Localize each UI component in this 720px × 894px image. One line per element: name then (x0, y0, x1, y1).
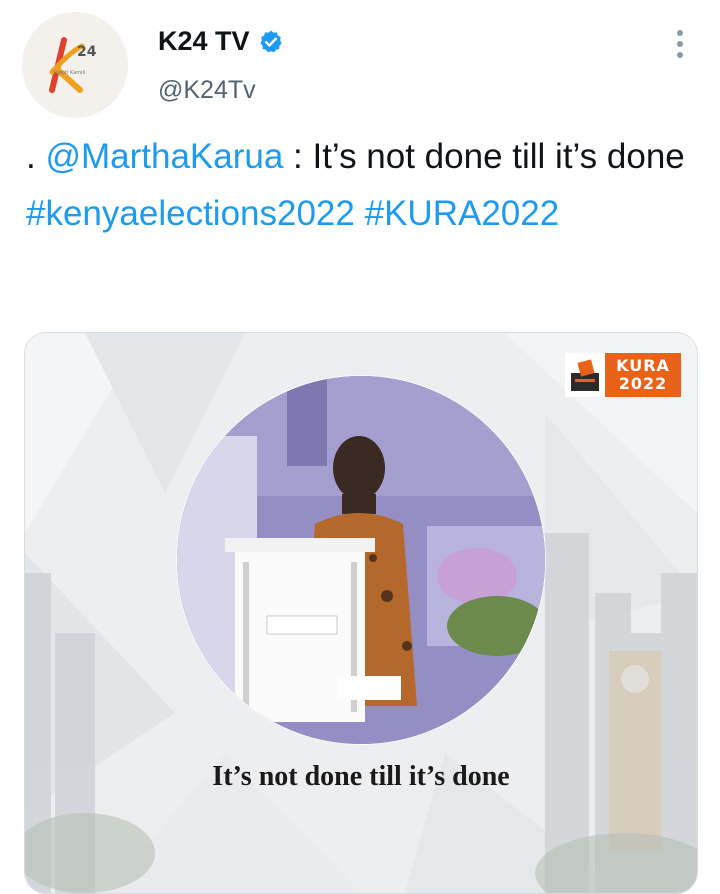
svg-text:Ripoti Kamili: Ripoti Kamili (54, 70, 85, 76)
avatar[interactable]: 24 Ripoti Kamili (22, 12, 128, 118)
hashtag-link-kenyaelections[interactable]: #kenyaelections2022 (26, 194, 355, 233)
badge-line2: 2022 (618, 374, 668, 393)
display-name[interactable]: K24 TV (158, 26, 250, 57)
media-caption: It’s not done till it’s done (212, 761, 510, 792)
mention-link[interactable]: @MarthaKarua (45, 137, 283, 176)
speaker-photo (177, 376, 545, 744)
ballot-box-icon (565, 353, 605, 397)
tweet-body: : It’s not done till it’s done (283, 137, 685, 176)
debate-scene-image (177, 376, 545, 744)
verified-badge-icon (259, 30, 282, 52)
tweet-prefix: . (26, 137, 46, 176)
kura-2022-badge: KURA 2022 (565, 353, 681, 397)
tweet-header: 24 Ripoti Kamili K24 TV @K24Tv (0, 0, 720, 120)
hashtag-link-kura[interactable]: #KURA2022 (365, 194, 560, 233)
account-handle[interactable]: @K24Tv (158, 76, 256, 105)
tweet-media-image[interactable]: KURA 2022 It’s not done till it’s done (24, 332, 698, 894)
tweet-text: . @MarthaKarua : It’s not done till it’s… (26, 128, 706, 242)
badge-line1: KURA (616, 356, 670, 375)
svg-text:24: 24 (77, 44, 97, 60)
more-options-icon[interactable] (670, 30, 690, 70)
k24-logo-icon: 24 Ripoti Kamili (22, 12, 128, 118)
